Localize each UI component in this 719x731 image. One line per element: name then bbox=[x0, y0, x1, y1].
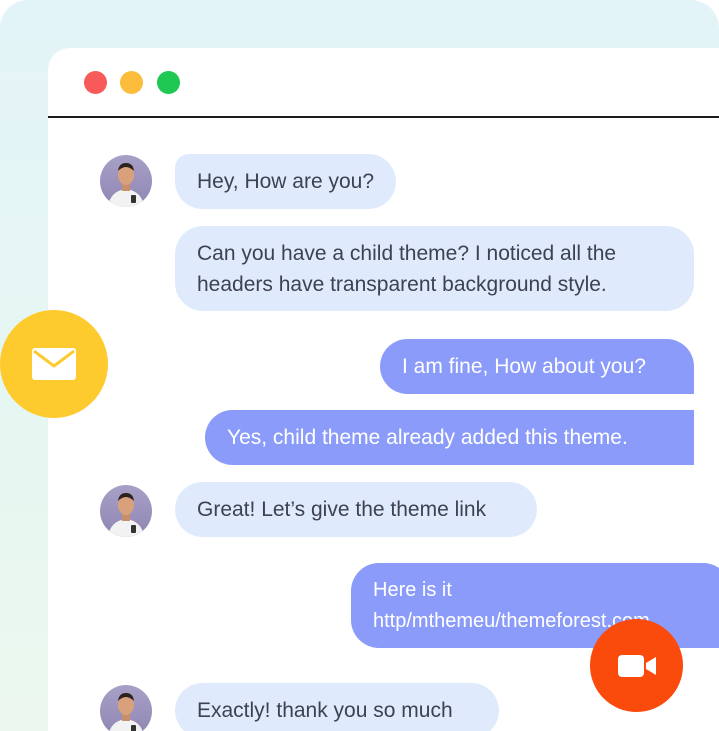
minimize-window-button[interactable] bbox=[120, 71, 143, 94]
maximize-window-button[interactable] bbox=[157, 71, 180, 94]
message-text-line: headers have transparent background styl… bbox=[197, 273, 607, 296]
message-text: I am fine, How about you? bbox=[402, 355, 646, 378]
message-bubble-outgoing: Yes, child theme already added this them… bbox=[205, 410, 694, 465]
user-avatar-icon bbox=[109, 693, 143, 731]
avatar bbox=[100, 155, 152, 207]
avatar bbox=[100, 685, 152, 731]
envelope-icon bbox=[32, 348, 76, 380]
message-bubble-incoming: Can you have a child theme? I noticed al… bbox=[175, 226, 694, 311]
video-camera-icon bbox=[617, 654, 656, 677]
message-text-line: Can you have a child theme? I noticed al… bbox=[197, 242, 617, 265]
message-text: Exactly! thank you so much bbox=[197, 699, 453, 722]
message-bubble-incoming: Exactly! thank you so much bbox=[175, 683, 499, 731]
user-avatar-icon bbox=[108, 163, 144, 207]
message-text: Great! Let’s give the theme link bbox=[197, 498, 487, 521]
message-bubble-incoming: Hey, How are you? bbox=[175, 154, 397, 209]
video-call-button[interactable] bbox=[590, 619, 683, 712]
window-titlebar bbox=[48, 48, 719, 118]
message-bubble-incoming: Great! Let’s give the theme link bbox=[175, 482, 537, 537]
avatar bbox=[100, 485, 152, 537]
message-bubble-outgoing: I am fine, How about you? bbox=[380, 339, 694, 394]
mail-button[interactable] bbox=[0, 310, 108, 418]
close-window-button[interactable] bbox=[84, 71, 107, 94]
message-text-line: Here is it bbox=[373, 579, 452, 601]
user-avatar-icon bbox=[108, 493, 144, 537]
message-text: Hey, How are you? bbox=[197, 170, 375, 193]
message-text: Yes, child theme already added this them… bbox=[227, 426, 628, 449]
